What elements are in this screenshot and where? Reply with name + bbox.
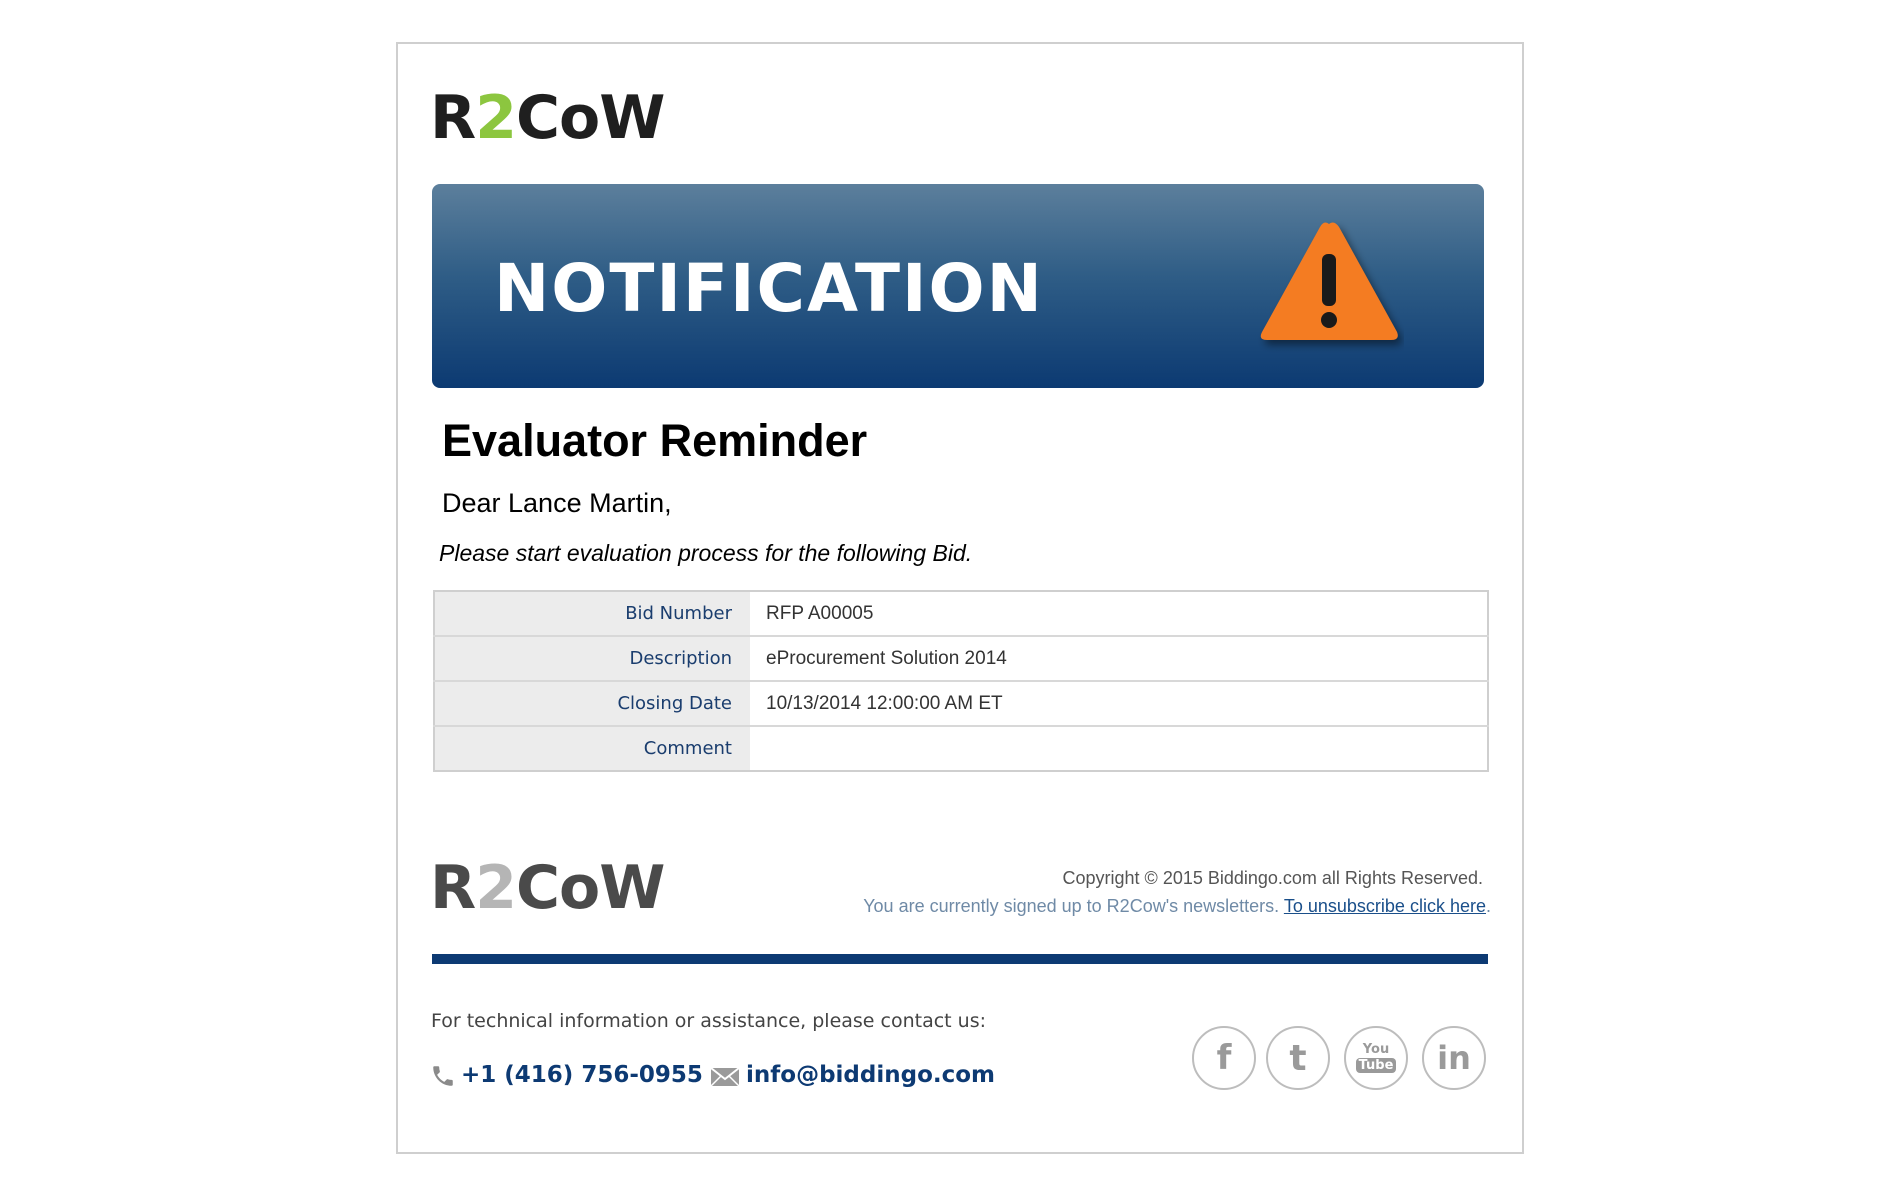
row-value: eProcurement Solution 2014 (750, 636, 1488, 682)
phone-link[interactable]: +1 (416) 756-0955 (461, 1062, 703, 1088)
row-label: Closing Date (434, 681, 750, 727)
row-value (750, 726, 1488, 771)
footer-logo: R2CoW (430, 853, 665, 923)
envelope-icon (710, 1067, 740, 1087)
row-label: Comment (434, 726, 750, 771)
warning-triangle-icon (1260, 222, 1398, 340)
row-label: Bid Number (434, 591, 750, 637)
newsletter-notice: You are currently signed up to R2Cow's n… (863, 896, 1491, 916)
facebook-icon[interactable]: f (1192, 1026, 1256, 1090)
greeting: Dear Lance Martin, (442, 488, 672, 518)
table-row: Bid Number RFP A00005 (434, 591, 1488, 637)
table-row: Closing Date 10/13/2014 12:00:00 AM ET (434, 681, 1488, 727)
r2cow-logo: R2CoW (430, 83, 665, 153)
banner-title: NOTIFICATION (494, 250, 1044, 327)
row-value: RFP A00005 (750, 591, 1488, 637)
linkedin-icon[interactable]: in (1422, 1026, 1486, 1090)
email-link[interactable]: info@biddingo.com (746, 1062, 995, 1088)
table-row: Description eProcurement Solution 2014 (434, 636, 1488, 682)
phone-icon (433, 1066, 453, 1086)
copyright-text: Copyright © 2015 Biddingo.com all Rights… (1062, 868, 1483, 888)
unsubscribe-link[interactable]: To unsubscribe click here (1284, 896, 1486, 916)
contact-intro: For technical information or assistance,… (431, 1010, 987, 1032)
newsletter-text: You are currently signed up to R2Cow's n… (863, 896, 1280, 916)
notification-banner: NOTIFICATION (432, 184, 1484, 388)
bid-details-table: Bid Number RFP A00005 Description eProcu… (433, 590, 1489, 772)
twitter-icon[interactable]: t (1266, 1026, 1330, 1090)
instruction-text: Please start evaluation process for the … (439, 540, 973, 566)
row-value: 10/13/2014 12:00:00 AM ET (750, 681, 1488, 727)
youtube-icon[interactable]: You Tube (1344, 1026, 1408, 1090)
table-row: Comment (434, 726, 1488, 771)
footer-divider (432, 954, 1488, 964)
row-label: Description (434, 636, 750, 682)
page-title: Evaluator Reminder (442, 415, 868, 466)
